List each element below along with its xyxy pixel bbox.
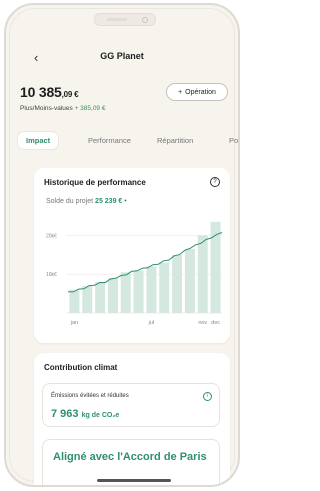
- emissions-number: 7 963: [51, 408, 79, 420]
- emissions-unit: kg de CO₂e: [81, 412, 120, 419]
- chart-bar: [146, 266, 157, 313]
- x-tick-label: jan: [70, 320, 78, 326]
- x-tick-label: jul: [148, 320, 155, 326]
- phone-notch: [94, 13, 156, 26]
- chart-bar: [197, 235, 208, 313]
- balance-amount: 10 385,09 €: [20, 84, 79, 100]
- plus-icon: +: [178, 88, 183, 96]
- balance-decimal: ,09 €: [61, 90, 79, 99]
- climat-card: Contribution climat Émissions évitées et…: [34, 353, 230, 485]
- operation-button-label: Opération: [185, 88, 216, 96]
- home-indicator: [97, 479, 171, 482]
- emissions-box: Émissions évitées et réduites i 7 963 kg…: [42, 383, 220, 427]
- paris-text: Aligné avec l'Accord de Paris: [53, 451, 207, 463]
- balance-integer: 10 385: [20, 84, 62, 100]
- chart-bar: [184, 248, 195, 313]
- emissions-value: 7 963 kg de CO₂e: [51, 408, 119, 420]
- operation-button[interactable]: + Opération: [166, 83, 228, 101]
- chart-bar: [159, 262, 170, 313]
- pnl-label: Plus/Moins-values: [20, 105, 73, 112]
- chart-bar: [120, 272, 131, 313]
- y-tick-label: 20k€: [46, 233, 57, 239]
- tab-impact[interactable]: Impact: [18, 132, 59, 149]
- climat-title: Contribution climat: [44, 363, 118, 372]
- chart-bar: [95, 281, 106, 313]
- phone-frame: ‹ GG Planet 10 385,09 € Plus/Moins-value…: [4, 3, 240, 487]
- chart-bar: [107, 278, 118, 313]
- info-icon[interactable]: i: [203, 392, 212, 401]
- tab-bar: Impact Performance Répartition Po: [6, 129, 238, 153]
- chart-bar: [69, 289, 80, 313]
- tab-performance[interactable]: Performance: [88, 136, 131, 145]
- speaker-icon: [107, 18, 127, 21]
- pnl-line: Plus/Moins-values + 385,09 €: [20, 105, 105, 112]
- performance-card: Historique de performance ? Solde du pro…: [34, 168, 230, 343]
- x-tick-label: dec: [211, 320, 220, 326]
- tab-po[interactable]: Po: [229, 136, 238, 145]
- pnl-value: + 385,09 €: [74, 105, 106, 112]
- chart-bar: [172, 254, 183, 313]
- performance-chart: 20k€ 10k€ jan jul nov dec: [46, 221, 223, 326]
- emissions-label: Émissions évitées et réduites: [51, 393, 129, 399]
- x-tick-label: nov: [198, 320, 207, 326]
- chart-bar: [133, 270, 144, 313]
- camera-icon: [142, 17, 148, 23]
- page-title: GG Planet: [100, 51, 144, 61]
- y-tick-label: 10k€: [46, 272, 57, 278]
- tab-repartition[interactable]: Répartition: [157, 136, 193, 145]
- chart-bar: [82, 285, 93, 313]
